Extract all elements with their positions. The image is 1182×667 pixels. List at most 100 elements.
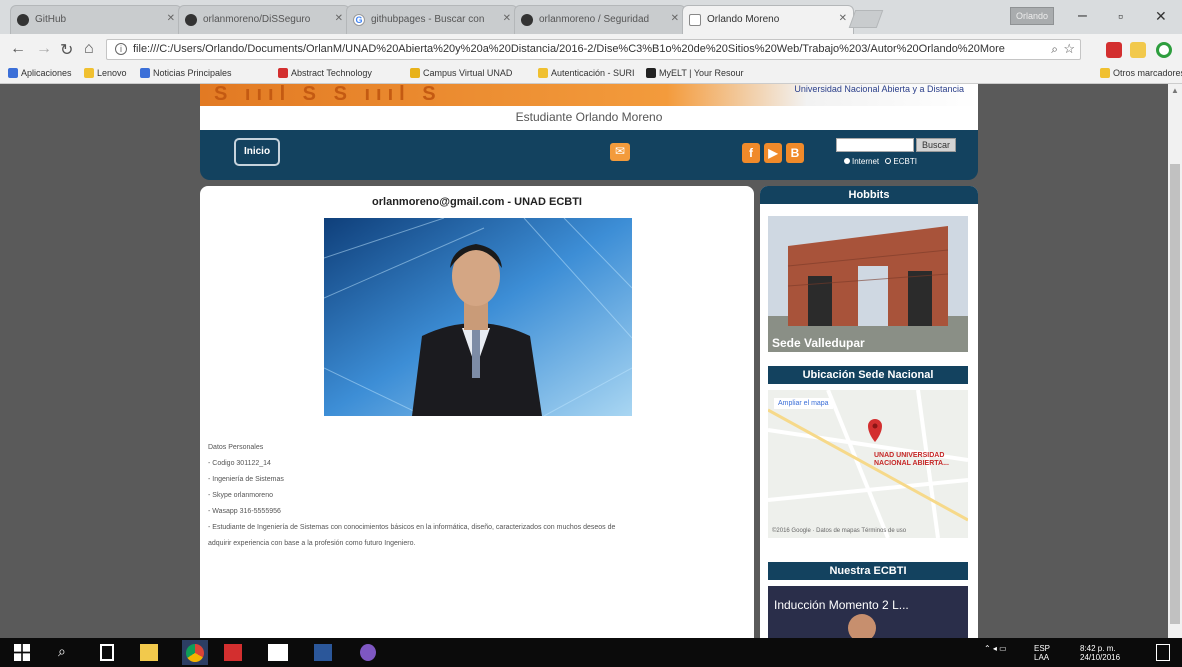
lang-code: ESP bbox=[1034, 644, 1051, 653]
extension-icon[interactable] bbox=[1106, 42, 1122, 58]
home-icon[interactable]: ⌂ bbox=[84, 40, 94, 58]
forward-arrow-icon[interactable]: → bbox=[36, 40, 52, 58]
bookmark-campus[interactable]: Campus Virtual UNAD bbox=[410, 68, 512, 78]
acrobat-icon[interactable] bbox=[224, 644, 242, 661]
close-icon[interactable]: ✕ bbox=[503, 13, 511, 24]
site-banner: S ıııl S S ıııl S Universidad Nacional A… bbox=[200, 84, 978, 106]
page-viewport: S ıııl S S ıııl S Universidad Nacional A… bbox=[0, 84, 1182, 638]
close-icon[interactable]: ✕ bbox=[167, 13, 175, 24]
github-icon bbox=[185, 14, 197, 26]
file-explorer-icon[interactable] bbox=[140, 644, 158, 661]
detail-line: - Wasapp 316-5555956 bbox=[208, 508, 281, 515]
user-profile-button[interactable]: Orlando bbox=[1010, 7, 1054, 25]
bookmark-noticias[interactable]: Noticias Principales bbox=[140, 68, 232, 78]
personal-details: Datos Personales - Codigo 301122_14 - In… bbox=[208, 440, 748, 552]
language-indicator[interactable]: ESP LAA bbox=[1034, 644, 1050, 662]
detail-line: - Skype orlanmoreno bbox=[208, 492, 273, 499]
vertical-scrollbar[interactable]: ▲ bbox=[1168, 84, 1182, 638]
home-button[interactable]: Inicio bbox=[234, 138, 280, 166]
task-view-icon[interactable] bbox=[100, 644, 114, 661]
facebook-icon[interactable]: f bbox=[742, 143, 760, 163]
close-icon[interactable]: ✕ bbox=[671, 13, 679, 24]
close-icon[interactable]: ✕ bbox=[839, 13, 847, 24]
sede-photo: Sede Valledupar bbox=[768, 216, 968, 352]
zoom-icon[interactable]: ⌕ bbox=[1051, 42, 1058, 57]
tab-label: GitHub bbox=[35, 14, 67, 25]
google-icon: G bbox=[353, 14, 365, 26]
radio-label: ECBTI bbox=[893, 157, 917, 166]
tab-seguridad[interactable]: orlanmoreno / Seguridad ✕ bbox=[514, 5, 686, 34]
location-map[interactable]: Ampliar el mapa UNAD UNIVERSIDAD NACIONA… bbox=[768, 390, 968, 538]
clock[interactable]: 8:42 p. m. 24/10/2016 bbox=[1080, 644, 1120, 662]
bookmark-apps[interactable]: Aplicaciones bbox=[8, 68, 72, 78]
window-close-icon[interactable]: ✕ bbox=[1155, 8, 1167, 25]
bookmark-abstract[interactable]: Abstract Technology bbox=[278, 68, 372, 78]
movie-maker-icon[interactable] bbox=[268, 644, 288, 661]
bookmark-other[interactable]: Otros marcadores bbox=[1100, 68, 1182, 78]
info-icon[interactable]: i bbox=[115, 43, 127, 55]
tab-label: orlanmoreno / Seguridad bbox=[539, 14, 650, 25]
university-logo-text: Universidad Nacional Abierta y a Distanc… bbox=[794, 84, 964, 94]
windows-taskbar: ⌕ ⌃ ◂ ▭ ESP LAA 8:42 p. m. 24/10/2016 bbox=[0, 638, 1182, 667]
search-icon[interactable]: ⌕ bbox=[58, 643, 66, 660]
tab-google-search[interactable]: G githubpages - Buscar con ✕ bbox=[346, 5, 518, 34]
search-input[interactable] bbox=[836, 138, 914, 152]
site-navbar: Inicio ✉ f ▶ B Buscar Internet ECBTI bbox=[200, 130, 978, 180]
radio-ecbti[interactable] bbox=[885, 158, 892, 164]
new-tab-button[interactable] bbox=[848, 10, 884, 28]
app-icon[interactable] bbox=[360, 644, 376, 661]
chrome-taskbar-icon[interactable] bbox=[182, 640, 208, 665]
bookmark-myelt[interactable]: MyELT | Your Resour bbox=[646, 68, 744, 78]
video-thumbnail[interactable]: Inducción Momento 2 L... bbox=[768, 586, 968, 638]
word-icon[interactable] bbox=[314, 644, 332, 661]
map-footer: ©2016 Google · Datos de mapas Términos d… bbox=[772, 528, 907, 534]
search-scope: Internet ECBTI bbox=[844, 157, 917, 166]
bookmark-lenovo[interactable]: Lenovo bbox=[84, 68, 127, 78]
url-text: file:///C:/Users/Orlando/Documents/Orlan… bbox=[133, 43, 1005, 55]
close-icon[interactable]: ✕ bbox=[335, 13, 343, 24]
site-subtitle: Estudiante Orlando Moreno bbox=[200, 106, 978, 130]
details-heading: Datos Personales bbox=[208, 444, 264, 451]
radio-label: Internet bbox=[852, 157, 880, 166]
youtube-icon[interactable]: ▶ bbox=[764, 143, 782, 163]
scrollbar-thumb[interactable] bbox=[1170, 164, 1180, 624]
radio-internet[interactable] bbox=[844, 158, 850, 164]
bookmark-autenticacion[interactable]: Autenticación - SURI bbox=[538, 68, 635, 78]
notifications-icon[interactable] bbox=[1156, 644, 1170, 661]
extension-icon[interactable] bbox=[1156, 42, 1172, 58]
ecbti-title: Nuestra ECBTI bbox=[768, 562, 968, 580]
minimize-icon[interactable]: – bbox=[1078, 7, 1087, 25]
blogger-icon[interactable]: B bbox=[786, 143, 804, 163]
bookmark-star-icon[interactable]: ☆ bbox=[1063, 41, 1075, 57]
region-code: LAA bbox=[1034, 653, 1050, 662]
detail-line: adquirir experiencia con base a la profe… bbox=[208, 540, 416, 547]
github-icon bbox=[521, 14, 533, 26]
detail-line: - Ingeniería de Sistemas bbox=[208, 476, 284, 483]
tab-orlando-moreno[interactable]: Orlando Moreno ✕ bbox=[682, 5, 854, 34]
page-icon bbox=[689, 14, 701, 26]
mail-icon[interactable]: ✉ bbox=[610, 143, 630, 161]
tab-github[interactable]: GitHub ✕ bbox=[10, 5, 182, 34]
detail-line: - Estudiante de Ingeniería de Sistemas c… bbox=[208, 524, 616, 531]
reload-icon[interactable]: ↻ bbox=[60, 40, 73, 60]
contact-header: orlanmoreno@gmail.com - UNAD ECBTI bbox=[372, 196, 582, 208]
clock-time: 8:42 p. m. bbox=[1080, 644, 1116, 653]
address-bar[interactable]: i file:///C:/Users/Orlando/Documents/Orl… bbox=[106, 39, 1081, 60]
video-person bbox=[848, 614, 876, 638]
maximize-icon[interactable]: ▫ bbox=[1118, 8, 1123, 24]
browser-tab-strip: GitHub ✕ orlanmoreno/DiSSeguro ✕ G githu… bbox=[0, 0, 1182, 34]
bookmarks-bar: Aplicaciones Lenovo Noticias Principales… bbox=[0, 64, 1182, 84]
tab-orlanmoreno-repo[interactable]: orlanmoreno/DiSSeguro ✕ bbox=[178, 5, 350, 34]
map-title: Ubicación Sede Nacional bbox=[768, 366, 968, 384]
sede-caption: Sede Valledupar bbox=[772, 336, 865, 350]
tab-label: githubpages - Buscar con bbox=[371, 14, 485, 25]
extension-icon[interactable] bbox=[1130, 42, 1146, 58]
start-icon[interactable] bbox=[14, 644, 30, 661]
map-expand-link[interactable]: Ampliar el mapa bbox=[774, 398, 833, 409]
search-button[interactable]: Buscar bbox=[916, 138, 956, 152]
scroll-up-icon[interactable]: ▲ bbox=[1171, 86, 1179, 95]
back-arrow-icon[interactable]: ← bbox=[10, 40, 26, 58]
tray-icons[interactable]: ⌃ ◂ ▭ bbox=[984, 644, 1007, 653]
browser-toolbar: ← → ↻ ⌂ i file:///C:/Users/Orlando/Docum… bbox=[0, 34, 1182, 64]
banner-decoration: S ıııl S S ıııl S bbox=[214, 84, 442, 105]
